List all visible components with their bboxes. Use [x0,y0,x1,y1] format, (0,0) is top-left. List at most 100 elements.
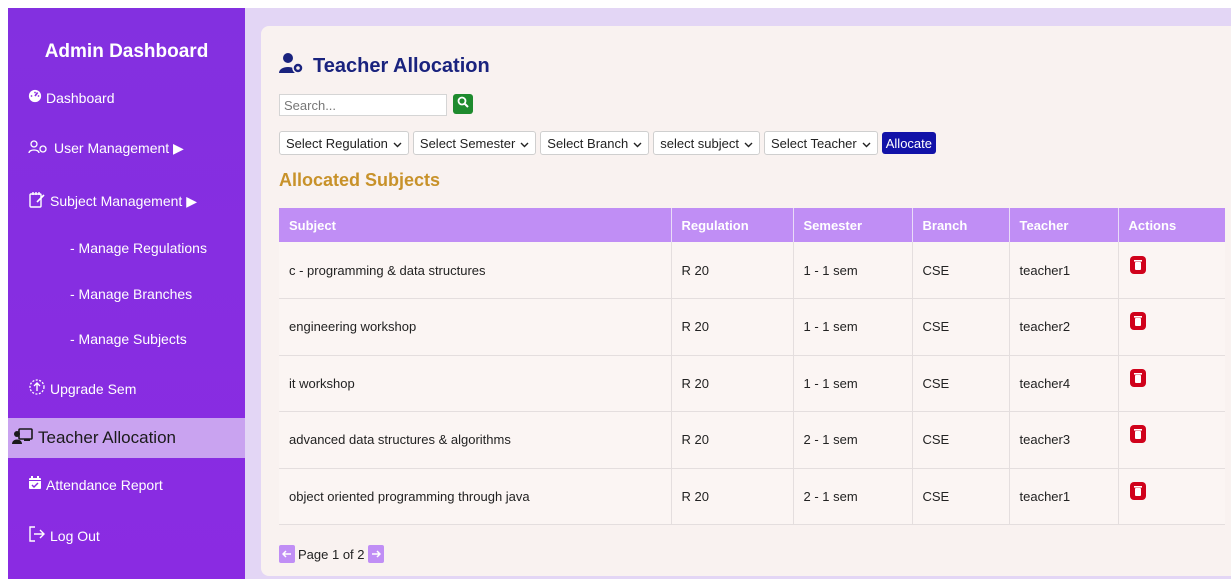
trash-icon [1129,312,1146,331]
table-header: Subject Regulation Semester Branch Teach… [279,208,1225,242]
cell-semester: 2 - 1 sem [793,411,913,469]
delete-button[interactable] [1129,311,1147,331]
page-title-text: Teacher Allocation [313,54,490,77]
cell-subject: advanced data structures & algorithms [279,411,672,469]
branch-select[interactable]: Select Branch [540,131,650,155]
chevron-down-icon [862,136,871,151]
trash-icon [1129,425,1146,444]
cell-semester: 2 - 1 sem [793,468,913,525]
chevron-down-icon [744,136,753,151]
table-row: c - programming & data structures R 20 1… [279,242,1225,299]
cell-semester: 1 - 1 sem [793,298,913,356]
sidebar-item-manage-branches[interactable]: - Manage Branches [70,286,192,302]
cell-actions [1118,242,1225,299]
regulation-select[interactable]: Select Regulation [279,131,409,155]
cell-regulation: R 20 [671,355,794,412]
sidebar-item-manage-regulations[interactable]: - Manage Regulations [70,240,207,256]
chalkboard-teacher-icon [12,427,34,450]
cell-branch: CSE [912,411,1010,469]
logout-icon [28,526,46,545]
cell-teacher: teacher1 [1009,242,1119,299]
column-header-subject: Subject [279,208,672,242]
cell-actions [1118,411,1225,469]
column-header-semester: Semester [793,208,913,242]
trash-icon [1129,255,1146,274]
sidebar: Admin Dashboard Dashboard User Managemen… [8,8,245,579]
delete-button[interactable] [1129,424,1147,444]
trash-icon [1129,368,1146,387]
prev-page-button[interactable] [279,545,295,563]
cell-regulation: R 20 [671,468,794,525]
pagination: Page 1 of 2 [279,545,384,563]
sidebar-item-label: Dashboard [46,89,115,106]
cell-subject: engineering workshop [279,298,672,356]
next-page-button[interactable] [367,545,384,563]
cell-subject: c - programming & data structures [279,242,672,299]
sidebar-item-upgrade-sem[interactable]: Upgrade Sem [28,378,136,399]
cell-branch: CSE [912,468,1010,525]
allocations-table: Subject Regulation Semester Branch Teach… [279,208,1225,525]
column-header-teacher: Teacher [1009,208,1119,242]
sidebar-item-user-management[interactable]: User Management ▶ [28,139,184,158]
sidebar-item-manage-subjects[interactable]: - Manage Subjects [70,331,187,347]
sidebar-item-subject-management[interactable]: Subject Management ▶ [28,191,197,212]
delete-button[interactable] [1129,481,1147,501]
calendar-check-icon [28,476,42,493]
search-icon [457,95,469,113]
subject-select[interactable]: select subject [653,131,760,155]
sidebar-item-attendance-report[interactable]: Attendance Report [28,476,163,493]
table-row: object oriented programming through java… [279,468,1225,525]
cell-actions [1118,298,1225,356]
search-button[interactable] [453,94,473,114]
cell-branch: CSE [912,298,1010,356]
sidebar-item-dashboard[interactable]: Dashboard [28,89,115,106]
sidebar-item-label: User Management ▶ [54,140,184,156]
cell-teacher: teacher2 [1009,298,1119,356]
page-title: Teacher Allocation [279,52,490,80]
allocate-button[interactable]: Allocate [881,132,936,154]
column-header-actions: Actions [1118,208,1225,242]
cell-semester: 1 - 1 sem [793,242,913,299]
sidebar-item-teacher-allocation[interactable]: Teacher Allocation [8,418,245,458]
users-icon [28,139,50,158]
cell-regulation: R 20 [671,242,794,299]
filters-bar: Select Regulation Select Semester Select… [279,131,936,155]
cell-actions [1118,355,1225,412]
regulation-select-value: Select Regulation [286,135,388,151]
search-input[interactable] [279,94,447,116]
table-row: advanced data structures & algorithms R … [279,411,1225,469]
delete-button[interactable] [1129,368,1147,388]
user-gear-icon [279,52,305,80]
cell-regulation: R 20 [671,298,794,356]
cell-subject: object oriented programming through java [279,468,672,525]
column-header-regulation: Regulation [671,208,794,242]
cell-subject: it workshop [279,355,672,412]
semester-select-value: Select Semester [419,135,516,151]
delete-button[interactable] [1129,255,1147,275]
chevron-down-icon [520,136,529,151]
sidebar-item-label: Attendance Report [46,476,163,493]
semester-select[interactable]: Select Semester [412,131,537,155]
trash-icon [1129,481,1146,500]
cell-teacher: teacher1 [1009,468,1119,525]
dashboard-icon [28,89,42,106]
cell-teacher: teacher3 [1009,411,1119,469]
sidebar-item-label: Log Out [50,527,100,544]
chevron-down-icon [633,136,642,151]
branch-select-value: Select Branch [547,135,629,151]
app-root: Admin Dashboard Dashboard User Managemen… [8,8,1231,579]
teacher-select[interactable]: Select Teacher [763,131,878,155]
edit-note-icon [28,191,46,212]
cell-regulation: R 20 [671,411,794,469]
page-indicator: Page 1 of 2 [298,546,365,562]
main-panel: Teacher Allocation Select Regulation Sel… [261,26,1231,576]
teacher-select-value: Select Teacher [770,135,857,151]
sidebar-item-label: Teacher Allocation [38,428,176,447]
sidebar-item-label: Upgrade Sem [50,380,137,397]
subject-select-value: select subject [660,135,739,151]
sidebar-item-log-out[interactable]: Log Out [28,526,100,545]
cell-branch: CSE [912,242,1010,299]
cell-branch: CSE [912,355,1010,412]
table-row: it workshop R 20 1 - 1 sem CSE teacher4 [279,355,1225,412]
chevron-down-icon [393,136,402,151]
